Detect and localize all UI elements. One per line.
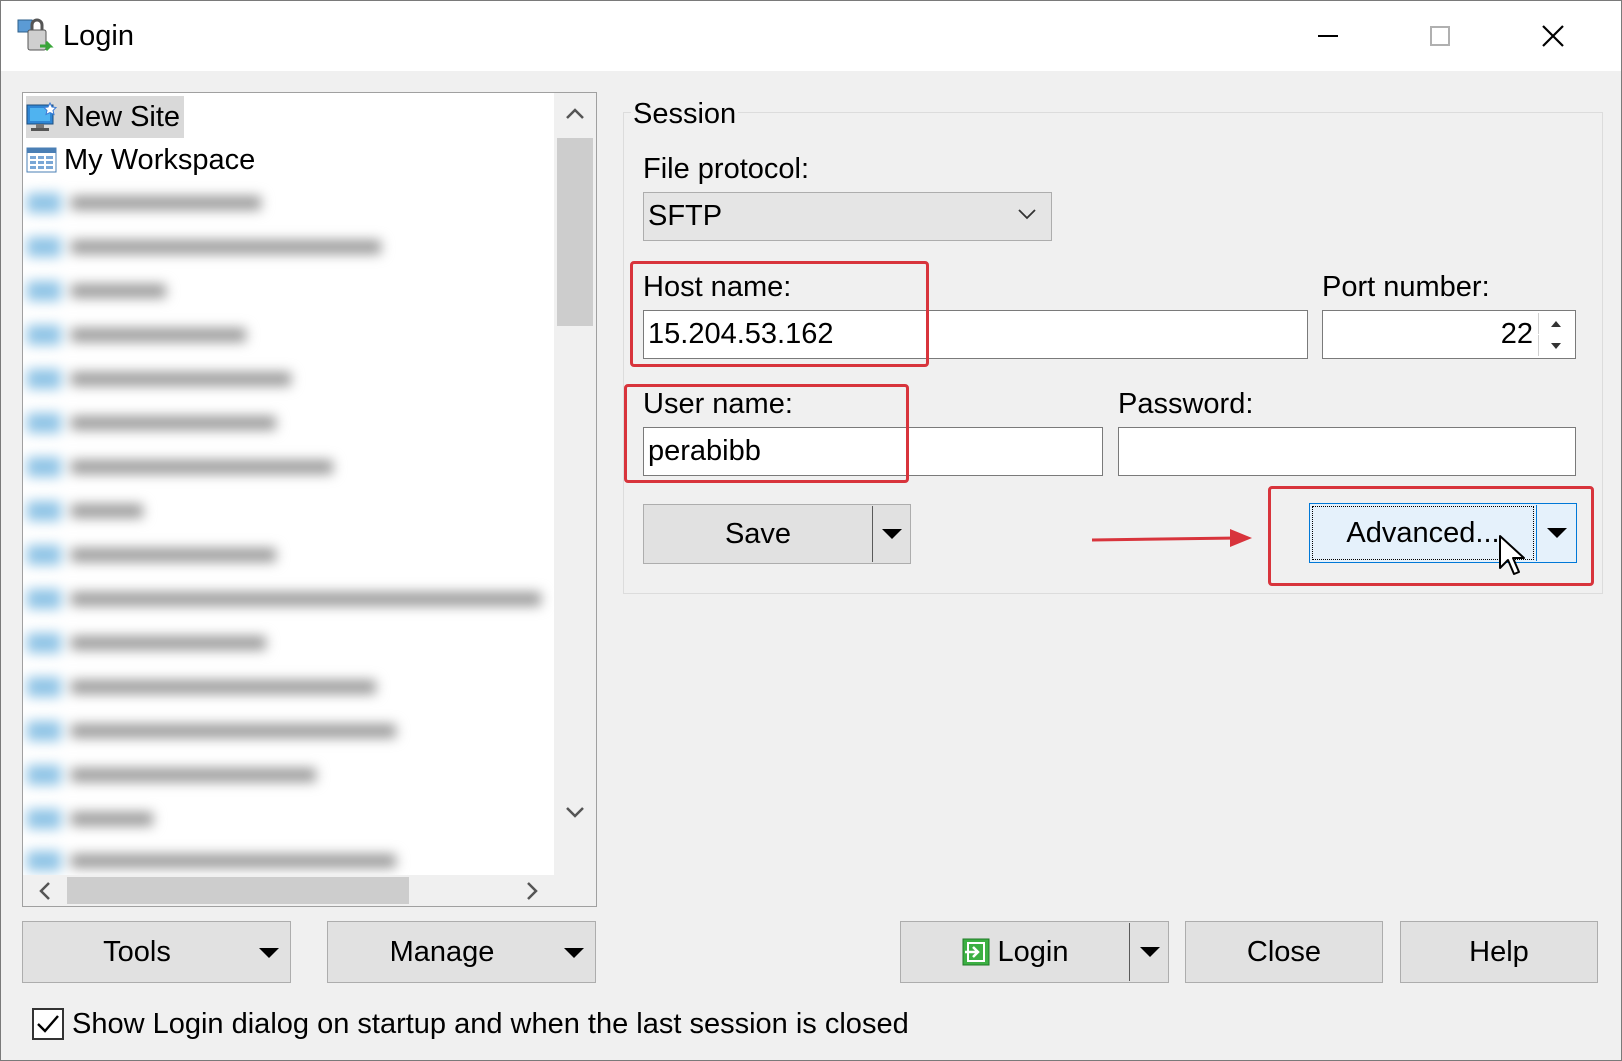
minimize-button[interactable] — [1272, 1, 1384, 71]
tree-item-new-site[interactable]: New Site — [26, 96, 185, 138]
scroll-corner — [554, 875, 596, 906]
tree-item-obscured[interactable] — [27, 325, 327, 345]
port-decrement-button[interactable] — [1538, 335, 1573, 356]
tree-item-obscured[interactable] — [27, 281, 227, 301]
chevron-down-icon — [1018, 209, 1036, 220]
tree-horizontal-scrollbar[interactable] — [23, 875, 554, 906]
user-name-value: perabibb — [648, 435, 761, 467]
file-protocol-value: SFTP — [648, 200, 723, 232]
spin-up-icon — [1551, 320, 1561, 327]
workspace-icon — [26, 147, 57, 173]
spin-down-icon — [1551, 342, 1561, 349]
scroll-right-button[interactable] — [512, 875, 554, 906]
maximize-button[interactable] — [1384, 1, 1496, 71]
annotation-arrow — [1091, 529, 1252, 547]
tree-item-obscured[interactable] — [27, 193, 327, 213]
save-split-button[interactable]: Save — [643, 504, 911, 564]
tools-button[interactable]: Tools — [22, 921, 291, 983]
tree-item-label: New Site — [64, 100, 181, 133]
scroll-up-button[interactable] — [554, 93, 596, 133]
login-split-button[interactable]: Login — [900, 921, 1169, 983]
chevron-right-icon — [527, 881, 538, 900]
new-site-icon — [26, 102, 58, 131]
port-number-label: Port number: — [1322, 271, 1490, 303]
tree-item-obscured[interactable] — [27, 765, 377, 785]
manage-button[interactable]: Manage — [327, 921, 596, 983]
show-login-label[interactable]: Show Login dialog on startup and when th… — [72, 1007, 909, 1041]
tree-item-obscured[interactable] — [27, 633, 327, 653]
dropdown-arrow-icon — [882, 529, 902, 539]
manage-label: Manage — [389, 935, 495, 968]
tree-item-obscured[interactable] — [27, 457, 377, 477]
minimize-icon — [1318, 35, 1338, 37]
mouse-cursor-icon — [1499, 535, 1525, 575]
password-label: Password: — [1118, 388, 1254, 420]
tree-item-obscured[interactable] — [27, 721, 447, 741]
window-title: Login — [63, 20, 134, 52]
tree-item-obscured[interactable] — [27, 369, 327, 389]
dropdown-arrow-icon — [1547, 528, 1567, 538]
user-name-input[interactable]: perabibb — [643, 427, 1103, 476]
login-label: Login — [997, 935, 1069, 968]
close-window-button[interactable] — [1497, 1, 1609, 71]
maximize-icon — [1430, 26, 1450, 46]
host-name-value: 15.204.53.162 — [648, 318, 834, 350]
session-group-label: Session — [631, 96, 739, 132]
port-number-value: 22 — [1500, 318, 1533, 350]
tools-label: Tools — [103, 935, 171, 968]
file-protocol-label: File protocol: — [643, 153, 810, 185]
checkmark-icon — [37, 1015, 59, 1033]
login-button[interactable]: Login — [901, 936, 1129, 969]
chevron-down-icon — [566, 807, 584, 818]
show-login-checkbox[interactable] — [32, 1008, 64, 1040]
tree-item-label: My Workspace — [64, 143, 256, 176]
tree-item-obscured[interactable] — [27, 809, 227, 829]
tree-item-obscured[interactable] — [27, 545, 327, 565]
tree-item-obscured[interactable] — [27, 851, 447, 871]
tree-item-my-workspace[interactable]: My Workspace — [26, 139, 259, 181]
dropdown-arrow-icon — [564, 948, 584, 958]
port-number-stepper[interactable]: 22 — [1322, 310, 1576, 359]
close-button[interactable]: Close — [1185, 921, 1383, 983]
password-input[interactable] — [1118, 427, 1576, 476]
user-name-label: User name: — [643, 388, 793, 420]
dropdown-arrow-icon — [259, 948, 279, 958]
close-icon — [1542, 25, 1564, 47]
horizontal-scroll-thumb[interactable] — [67, 877, 409, 904]
advanced-split-button[interactable]: Advanced... — [1309, 503, 1577, 563]
chevron-left-icon — [39, 881, 50, 900]
advanced-dropdown-button[interactable] — [1537, 504, 1577, 562]
host-name-input[interactable]: 15.204.53.162 — [643, 310, 1308, 359]
tree-item-obscured[interactable] — [27, 413, 327, 433]
scroll-down-button[interactable] — [554, 793, 596, 833]
save-button[interactable]: Save — [644, 518, 872, 551]
tree-item-obscured[interactable] — [27, 677, 427, 697]
scroll-left-button[interactable] — [23, 875, 65, 906]
save-dropdown-button[interactable] — [873, 505, 911, 563]
app-icon — [16, 16, 56, 56]
tree-item-obscured[interactable] — [27, 589, 547, 609]
vertical-scroll-thumb[interactable] — [557, 138, 593, 326]
file-protocol-select[interactable]: SFTP — [643, 192, 1052, 241]
tree-vertical-scrollbar[interactable] — [554, 93, 596, 875]
login-icon — [962, 938, 990, 966]
dropdown-arrow-icon — [1139, 947, 1160, 957]
site-tree[interactable]: New Site My Workspace — [22, 92, 597, 907]
help-button[interactable]: Help — [1400, 921, 1598, 983]
tree-item-obscured[interactable] — [27, 501, 227, 521]
host-name-label: Host name: — [643, 271, 792, 303]
chevron-up-icon — [566, 108, 584, 119]
port-increment-button[interactable] — [1538, 313, 1573, 334]
login-dropdown-button[interactable] — [1130, 922, 1169, 982]
tree-item-obscured[interactable] — [27, 237, 427, 257]
